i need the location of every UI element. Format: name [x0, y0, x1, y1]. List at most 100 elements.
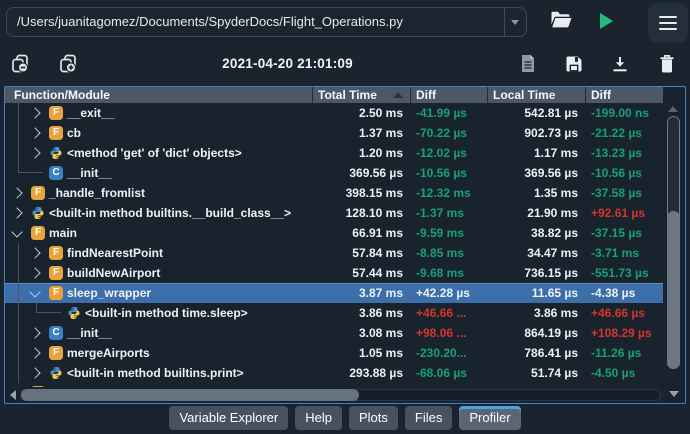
total-time-value: 369.56 µs	[349, 166, 403, 180]
table-row-findnearestpoint[interactable]: F findNearestPoint 57.84 ms -8.85 ms 34.…	[5, 243, 663, 263]
local-diff-value: -4.38 µs	[591, 286, 636, 300]
collapse-all-button[interactable]	[5, 50, 35, 80]
total-diff-value: -41.99 µs	[416, 106, 467, 120]
table-row-built-in-method-time-sleep[interactable]: <built-in method time.sleep> 3.86 ms +46…	[5, 303, 663, 323]
function-name: findNearestPoint	[67, 246, 164, 260]
local-time-value: 1.17 ms	[533, 146, 578, 160]
tab-variable-explorer[interactable]: Variable Explorer	[169, 406, 289, 430]
tree-guide-line	[18, 323, 19, 343]
chevron-down-icon[interactable]	[29, 286, 41, 298]
open-file-button[interactable]	[544, 4, 578, 38]
local-time-value: 3.86 ms	[533, 306, 578, 320]
function-name: __init__	[67, 166, 112, 180]
total-time-value: 293.88 µs	[349, 366, 403, 380]
save-data-button[interactable]	[559, 50, 589, 80]
tab-plots[interactable]: Plots	[348, 406, 398, 430]
chevron-right-icon[interactable]	[29, 127, 41, 139]
local-diff-value: +108.29 µs	[591, 326, 652, 340]
run-play-icon	[599, 13, 613, 29]
trash-icon	[659, 54, 675, 76]
table-row-cb[interactable]: F cb 1.37 ms -70.22 µs 902.73 µs -21.22 …	[5, 123, 663, 143]
chevron-right-icon[interactable]	[29, 247, 41, 259]
function-name: sleep_wrapper	[67, 286, 152, 300]
run-profiler-button[interactable]	[589, 4, 623, 38]
table-row-sleep-wrapper[interactable]: F sleep_wrapper 3.87 ms +42.28 µs 11.65 …	[5, 283, 663, 303]
expand-all-icon	[58, 53, 79, 77]
scroll-down-arrow-icon[interactable]	[669, 391, 679, 397]
total-diff-value: +42.28 µs	[416, 286, 470, 300]
tab-help[interactable]: Help	[295, 406, 342, 430]
table-row-init[interactable]: C __init__ 369.56 µs -10.56 µs 369.56 µs…	[5, 163, 663, 183]
profile-timestamp: 2021-04-20 21:01:09	[222, 56, 353, 71]
column-header-local-time[interactable]: Local Time	[493, 87, 555, 103]
tree-guide-line	[18, 283, 19, 303]
vertical-scrollbar[interactable]	[663, 103, 685, 387]
python-icon	[31, 206, 45, 220]
clear-comparison-button[interactable]	[652, 50, 682, 80]
table-row-method-get-of-dict-objects[interactable]: <method 'get' of 'dict' objects> 1.20 ms…	[5, 143, 663, 163]
combobox-dropdown-arrow[interactable]	[504, 8, 526, 36]
column-header-diff-local[interactable]: Diff	[591, 87, 611, 103]
chevron-right-icon[interactable]	[29, 347, 41, 359]
tab-profiler[interactable]: Profiler	[459, 406, 521, 430]
tree-elbow-line	[36, 303, 61, 313]
chevron-right-icon[interactable]	[29, 147, 41, 159]
local-time-value: 38.82 µs	[531, 226, 578, 240]
total-diff-value: -12.02 µs	[416, 146, 467, 160]
total-time-value: 2.50 ms	[358, 106, 403, 120]
function-name: <built-in method builtins.print>	[67, 366, 244, 380]
table-row-init[interactable]: C __init__ 3.08 ms +98.06 ... 864.19 µs …	[5, 323, 663, 343]
local-time-value: 864.19 µs	[524, 326, 578, 340]
function-name: cb	[67, 126, 82, 140]
local-time-value: 786.41 µs	[524, 346, 578, 360]
local-diff-value: -551.73 µs	[591, 266, 649, 280]
total-time-value: 1.05 ms	[358, 346, 403, 360]
scroll-left-arrow-icon[interactable]	[10, 390, 16, 400]
local-time-value: 11.65 µs	[531, 286, 578, 300]
chevron-right-icon[interactable]	[11, 187, 23, 199]
local-diff-value: +92.61 µs	[591, 206, 645, 220]
options-menu-button[interactable]	[648, 3, 688, 43]
table-row-built-in-method-builtins-print[interactable]: <built-in method builtins.print> 293.88 …	[5, 363, 663, 383]
local-time-value: 51.74 µs	[531, 366, 578, 380]
total-diff-value: -1.37 ms	[416, 206, 465, 220]
local-time-value: 1.35 ms	[533, 186, 578, 200]
collapse-all-icon	[10, 53, 31, 77]
local-diff-value: -37.15 µs	[591, 226, 642, 240]
total-diff-value: -9.68 ms	[416, 266, 465, 280]
scroll-up-arrow-icon[interactable]	[668, 106, 678, 112]
column-header-function-module[interactable]: Function/Module	[14, 87, 110, 103]
total-diff-value: +46.66 ...	[416, 306, 467, 320]
table-row-exit[interactable]: F __exit__ 2.50 ms -41.99 µs 542.81 µs -…	[5, 103, 663, 123]
file-path-combobox[interactable]: /Users/juanitagomez/Documents/SpyderDocs…	[6, 7, 527, 37]
column-header-diff-total[interactable]: Diff	[416, 87, 436, 103]
load-data-button[interactable]	[605, 50, 635, 80]
total-diff-value: -10.56 µs	[416, 166, 467, 180]
horizontal-scroll-thumb[interactable]	[21, 389, 359, 401]
table-row-handle-fromlist[interactable]: F _handle_fromlist 398.15 ms -12.32 ms 1…	[5, 183, 663, 203]
local-diff-value: -10.56 µs	[591, 166, 642, 180]
tab-files[interactable]: Files	[404, 406, 453, 430]
chevron-right-icon[interactable]	[29, 367, 41, 379]
local-diff-value: -13.23 µs	[591, 146, 642, 160]
tree-guide-line	[18, 243, 19, 263]
table-row-mergeairports[interactable]: F mergeAirports 1.05 ms -230.20... 786.4…	[5, 343, 663, 363]
function-name: __init__	[67, 326, 112, 340]
chevron-right-icon[interactable]	[11, 207, 23, 219]
total-time-value: 66.91 ms	[352, 226, 403, 240]
table-row-built-in-method-builtins-build-class[interactable]: <built-in method builtins.__build_class_…	[5, 203, 663, 223]
chevron-right-icon[interactable]	[29, 267, 41, 279]
horizontal-scrollbar[interactable]	[5, 387, 685, 403]
chevron-right-icon[interactable]	[29, 327, 41, 339]
table-row-main[interactable]: F main 66.91 ms -9.59 ms 38.82 µs -37.15…	[5, 223, 663, 243]
show-output-button[interactable]	[513, 50, 543, 80]
local-time-value: 34.47 ms	[527, 246, 578, 260]
chevron-right-icon[interactable]	[29, 107, 41, 119]
function-name: <method 'get' of 'dict' objects>	[67, 146, 242, 160]
vertical-scroll-thumb[interactable]	[667, 211, 680, 369]
total-diff-value: -8.85 ms	[416, 246, 465, 260]
chevron-down-icon[interactable]	[11, 226, 23, 238]
column-header-total-time[interactable]: Total Time	[318, 87, 377, 103]
expand-all-button[interactable]	[53, 50, 83, 80]
table-row-buildnewairport[interactable]: F buildNewAirport 57.44 ms -9.68 ms 736.…	[5, 263, 663, 283]
